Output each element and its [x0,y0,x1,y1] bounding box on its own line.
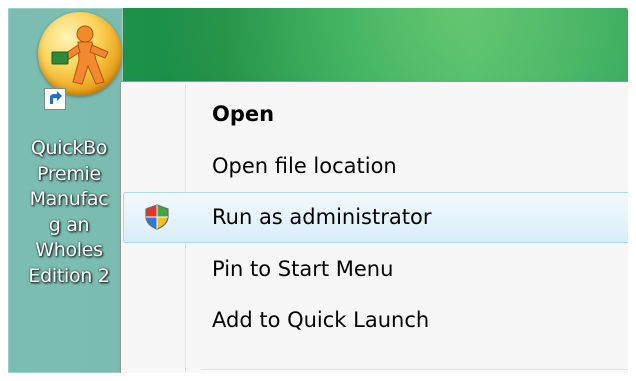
screenshot-frame: QuickBo Premie Manufac g an Wholes Editi… [8,8,628,373]
desktop-shortcut-quickbooks[interactable]: QuickBo Premie Manufac g an Wholes Editi… [8,8,123,373]
menu-item-label: Open file location [212,154,397,178]
label-line: Wholes [35,239,103,261]
menu-item-label: Run as administrator [212,205,432,229]
uac-shield-icon [143,203,171,231]
menu-item-label: Pin to Start Menu [212,257,394,281]
label-line: Edition 2 [28,264,110,287]
shortcut-arrow-icon [44,88,66,110]
menu-item-label: Open [212,102,275,126]
label-line: Premie [37,162,101,185]
menu-item-open-file-location[interactable]: Open file location [123,141,628,192]
menu-item-run-as-administrator[interactable]: Run as administrator [123,192,628,243]
desktop-shortcut-label: QuickBo Premie Manufac g an Wholes Editi… [14,136,124,289]
menu-item-label: Add to Quick Launch [212,308,430,332]
menu-item-open[interactable]: Open [123,89,628,140]
menu-item-pin-to-start-menu[interactable]: Pin to Start Menu [123,244,628,295]
context-menu: Open Open file location Run as administr… [120,81,628,373]
label-line: Manufac [29,188,109,210]
label-line: g an [48,213,90,236]
menu-item-add-to-quick-launch[interactable]: Add to Quick Launch [123,295,628,346]
label-line: QuickBo [30,137,108,159]
quickbooks-app-icon [38,12,122,96]
menu-separator [201,369,628,371]
